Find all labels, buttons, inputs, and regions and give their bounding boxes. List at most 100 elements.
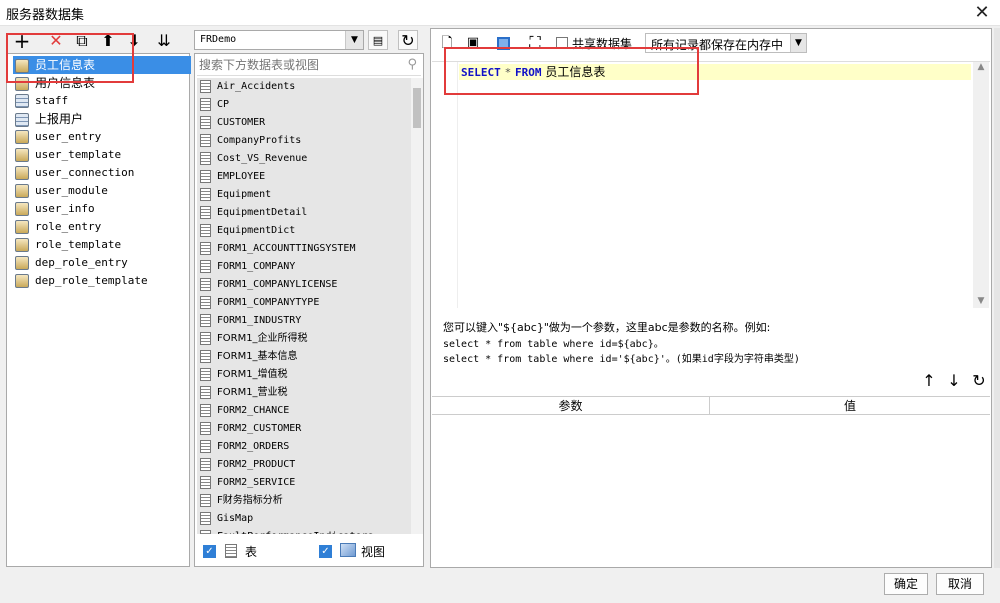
close-icon[interactable]: ✕ [970,1,994,25]
filter-table-checkbox[interactable]: ✓ [203,545,216,558]
table-icon [200,295,211,309]
dataset-item[interactable]: role_template [15,236,121,254]
dataset-item[interactable]: dep_role_template [15,272,148,290]
table-list-scrollbar[interactable] [411,78,423,534]
table-search[interactable]: ⚲ [197,56,421,76]
param-table: 参数 值 [432,396,990,566]
table-list-item[interactable]: EMPLOYEE [200,168,265,186]
sql-editor-scrollbar[interactable]: ▲ ▼ [973,62,989,308]
dataset-item[interactable]: user_module [15,182,108,200]
sql-dataset-icon [15,166,29,180]
table-list-item-label: FORM1_企业所得税 [217,333,308,344]
table-list-item-label: FORM1_INDUSTRY [217,315,302,326]
table-list-item[interactable]: Equipment [200,186,271,204]
table-list-item[interactable]: Air_Accidents [200,78,295,96]
table-icon [200,259,211,273]
table-list-item[interactable]: EquipmentDict [200,222,295,240]
dataset-item[interactable]: user_info [15,200,95,218]
sql-editor[interactable]: SELECT * FROM 员工信息表 ▲ ▼ [432,61,990,308]
annotation-box-dataset [6,33,134,83]
scroll-down-icon[interactable]: ▼ [973,296,989,306]
dataset-item[interactable]: user_entry [15,128,101,146]
table-list-item[interactable]: FORM2_SERVICE [200,474,295,492]
table-list-item-label: FORM1_COMPANYTYPE [217,297,320,308]
preview-table-icon[interactable]: ▤ [368,30,388,50]
table-icon [200,511,211,525]
dataset-item-label: role_entry [35,220,102,233]
param-col-header[interactable]: 参数 [432,397,710,415]
table-list-item[interactable]: F财务指标分析 [200,492,283,510]
table-list-item[interactable]: FORM2_CUSTOMER [200,420,301,438]
table-list-item[interactable]: FORM2_CHANCE [200,402,289,420]
filter-view-checkbox[interactable]: ✓ [319,545,332,558]
dataset-item[interactable]: staff [15,92,68,110]
table-list-item-label: FORM1_基本信息 [217,351,298,362]
table-search-input[interactable] [197,56,397,74]
table-list-item[interactable]: EquipmentDetail [200,204,307,222]
table-icon [200,529,211,534]
table-list-item[interactable]: FORM1_COMPANYTYPE [200,294,319,312]
table-icon [200,403,211,417]
param-up-icon[interactable]: ↑ [919,371,939,391]
connection-select[interactable]: FRDemo ▼ [194,30,364,50]
sql-dataset-icon [15,130,29,144]
window-title: 服务器数据集 [6,8,85,23]
dataset-item[interactable]: 上报用户 [15,110,83,128]
table-list-item[interactable]: FORM1_COMPANY [200,258,295,276]
table-list-item-label: FORM2_SERVICE [217,477,296,488]
table-list-item-label: FaultPerformanceIndicators [217,531,374,534]
table-list-item[interactable]: FORM2_PRODUCT [200,456,295,474]
table-list-item-label: FORM1_COMPANY [217,261,296,272]
table-icon [200,223,211,237]
table-list-item[interactable]: FORM1_INDUSTRY [200,312,301,330]
connection-bar: FRDemo ▼ ▤ ↻ [194,30,424,52]
param-header: 参数 值 [432,397,990,415]
table-list-item-label: FORM2_PRODUCT [217,459,296,470]
table-icon [200,493,211,507]
dataset-item[interactable]: user_connection [15,164,134,182]
table-list-item[interactable]: CUSTOMER [200,114,265,132]
table-list-item[interactable]: FaultPerformanceIndicators [200,528,374,534]
table-list-item[interactable]: FORM1_基本信息 [200,348,298,366]
outer-scrollbar [994,28,1000,568]
dataset-item-label: dep_role_template [35,274,148,287]
filter-table-label: 表 [245,545,258,559]
table-list-item-label: Air_Accidents [217,81,296,92]
table-list-item[interactable]: FORM1_企业所得税 [200,330,308,348]
annotation-box-sql [444,47,699,95]
sql-dataset-icon [15,184,29,198]
cancel-button[interactable]: 取消 [936,573,984,595]
table-icon [200,421,211,435]
dataset-item[interactable]: role_entry [15,218,101,236]
param-refresh-icon[interactable]: ↻ [969,371,989,391]
sort-icon[interactable]: ⇊ [154,31,174,51]
param-down-icon[interactable]: ↓ [944,371,964,391]
dataset-tree: 员工信息表 用户信息表 staff 上报用户 user_entry user_templa… [6,53,191,567]
table-list-item[interactable]: Cost_VS_Revenue [200,150,307,168]
table-list-item[interactable]: FORM1_COMPANYLICENSE [200,276,337,294]
table-list-item[interactable]: FORM1_增值税 [200,366,288,384]
table-dataset-icon [15,112,29,127]
table-list-item-label: EquipmentDetail [217,207,308,218]
chevron-down-icon: ▼ [345,31,363,49]
table-list-item[interactable]: FORM1_ACCOUNTTINGSYSTEM [200,240,355,258]
table-list-item[interactable]: FORM1_营业税 [200,384,288,402]
scroll-up-icon[interactable]: ▲ [973,62,989,72]
dataset-item[interactable]: user_template [15,146,121,164]
title-bar: 服务器数据集 ✕ [0,0,1000,26]
table-list-item[interactable]: GisMap [200,510,253,528]
refresh-icon[interactable]: ↻ [398,30,418,50]
dataset-item-label: user_module [35,184,108,197]
table-icon [200,313,211,327]
table-list-item-label: FORM1_营业税 [217,387,288,398]
table-list-item[interactable]: FORM2_ORDERS [200,438,289,456]
scrollbar-thumb[interactable] [413,88,421,128]
ok-button[interactable]: 确定 [884,573,928,595]
value-col-header[interactable]: 值 [710,397,990,415]
line-gutter [432,62,458,308]
table-icon [200,79,211,93]
search-icon[interactable]: ⚲ [407,57,417,72]
dataset-item[interactable]: dep_role_entry [15,254,128,272]
table-list-item[interactable]: CP [200,96,229,114]
table-list-item[interactable]: CompanyProfits [200,132,301,150]
